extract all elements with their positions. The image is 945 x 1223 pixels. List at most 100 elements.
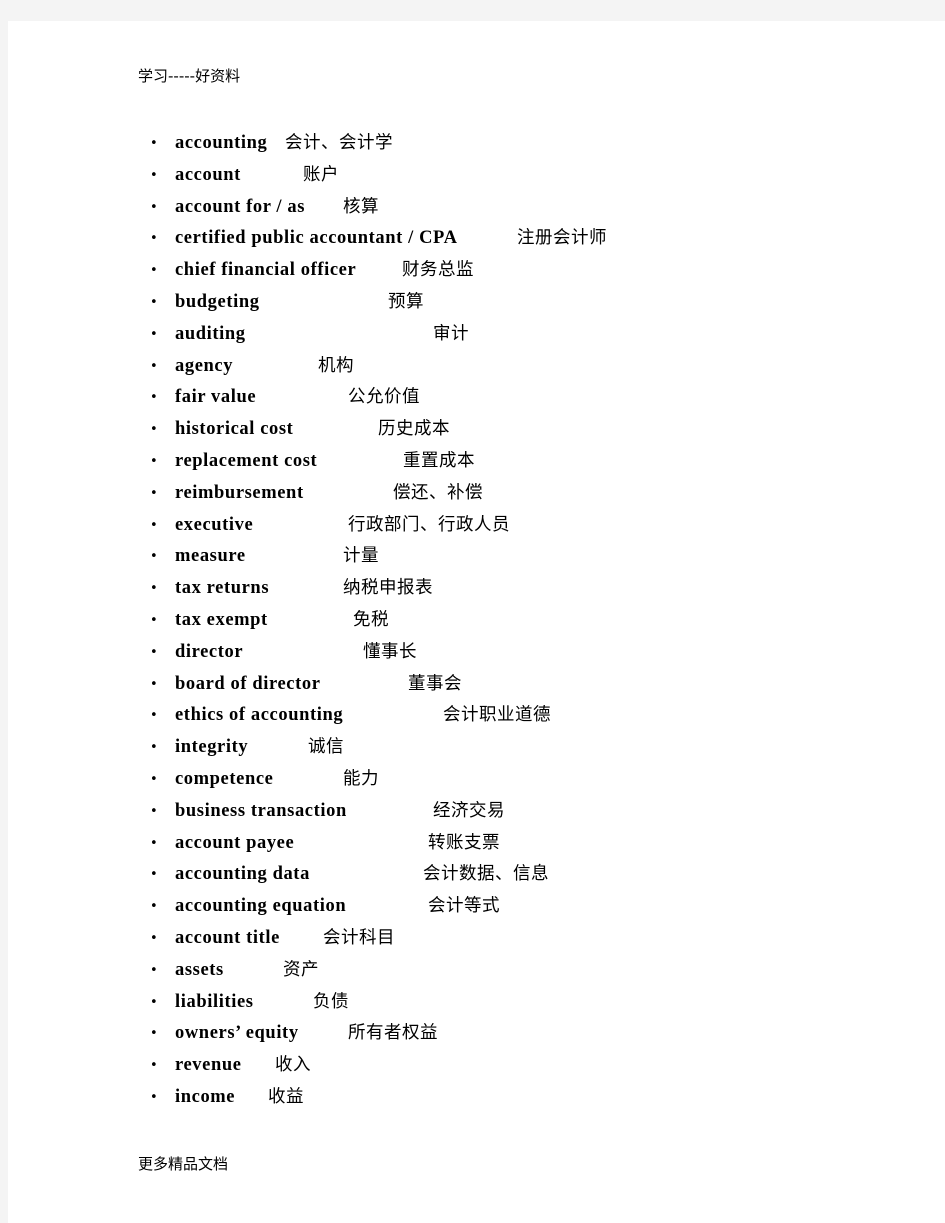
term-english: executive bbox=[175, 514, 254, 535]
bullet-icon: • bbox=[150, 326, 158, 342]
glossary-entry: • certified public accountant / CPA 注册会计师 bbox=[150, 223, 910, 255]
term-english: measure bbox=[175, 546, 246, 567]
bullet-icon: • bbox=[150, 1026, 158, 1042]
bullet-icon: • bbox=[150, 485, 158, 501]
term-chinese: 偿还、补偿 bbox=[393, 482, 483, 503]
term-chinese: 诚信 bbox=[308, 737, 344, 758]
bullet-icon: • bbox=[150, 962, 158, 978]
term-chinese: 机构 bbox=[318, 355, 354, 376]
glossary-entry: • integrity 诚信 bbox=[150, 732, 910, 764]
term-chinese: 董事会 bbox=[408, 673, 462, 694]
term-chinese: 账户 bbox=[303, 164, 339, 185]
bullet-icon: • bbox=[150, 390, 158, 406]
term-english: tax returns bbox=[175, 578, 270, 599]
glossary-entry: • account title 会计科目 bbox=[150, 923, 910, 955]
bullet-icon: • bbox=[150, 1058, 158, 1074]
term-chinese: 审计 bbox=[433, 323, 469, 344]
bullet-icon: • bbox=[150, 136, 158, 151]
term-chinese: 财务总监 bbox=[402, 260, 474, 281]
bullet-icon: • bbox=[150, 453, 158, 469]
glossary-entry: • ethics of accounting 会计职业道德 bbox=[150, 700, 910, 732]
term-english: accounting equation bbox=[175, 896, 347, 917]
running-header: 学习-----好资料 bbox=[138, 67, 241, 85]
glossary-entry: • director 懂事长 bbox=[150, 637, 910, 669]
running-footer: 更多精品文档 bbox=[138, 1155, 229, 1173]
term-english: liabilities bbox=[175, 991, 254, 1012]
term-chinese: 经济交易 bbox=[433, 800, 505, 821]
term-english: accounting data bbox=[175, 864, 310, 885]
term-english: income bbox=[175, 1086, 236, 1107]
bullet-icon: • bbox=[150, 994, 158, 1010]
glossary-entry: • account for / as 核算 bbox=[150, 192, 910, 224]
glossary-entry: • account payee 转账支票 bbox=[150, 828, 910, 860]
glossary-entry: • agency 机构 bbox=[150, 351, 910, 383]
bullet-icon: • bbox=[150, 231, 158, 247]
glossary-entry: • accounting equation 会计等式 bbox=[150, 891, 910, 923]
term-english: accounting bbox=[175, 133, 268, 153]
glossary-entry: • auditing 审计 bbox=[150, 319, 910, 351]
term-english: competence bbox=[175, 768, 274, 789]
glossary-entry: • tax exempt 免税 bbox=[150, 605, 910, 637]
glossary-entry: • accounting 会计、会计学 bbox=[150, 128, 910, 160]
term-english: account for / as bbox=[175, 196, 306, 217]
bullet-icon: • bbox=[150, 835, 158, 851]
glossary-entry: • reimbursement 偿还、补偿 bbox=[150, 478, 910, 510]
bullet-icon: • bbox=[150, 867, 158, 883]
term-english: tax exempt bbox=[175, 609, 268, 630]
term-english: board of director bbox=[175, 673, 321, 694]
glossary-entry: • accounting data 会计数据、信息 bbox=[150, 859, 910, 891]
term-english: certified public accountant / CPA bbox=[175, 228, 458, 249]
glossary-entry: • liabilities 负债 bbox=[150, 987, 910, 1019]
glossary-entry: • business transaction 经济交易 bbox=[150, 796, 910, 828]
term-chinese: 会计、会计学 bbox=[285, 133, 393, 153]
bullet-icon: • bbox=[150, 740, 158, 756]
term-english: owners’ equity bbox=[175, 1023, 299, 1044]
bullet-icon: • bbox=[150, 930, 158, 946]
bullet-icon: • bbox=[150, 644, 158, 660]
bullet-icon: • bbox=[150, 549, 158, 565]
term-chinese: 会计数据、信息 bbox=[423, 864, 549, 885]
bullet-icon: • bbox=[150, 358, 158, 374]
bullet-icon: • bbox=[150, 612, 158, 628]
bullet-icon: • bbox=[150, 708, 158, 724]
document-page: 学习-----好资料 • accounting 会计、会计学 • account 账户 • a… bbox=[8, 21, 945, 1223]
glossary-entry: • account 账户 bbox=[150, 160, 910, 192]
term-chinese: 会计科目 bbox=[323, 927, 395, 948]
term-chinese: 重置成本 bbox=[403, 450, 475, 471]
term-chinese: 纳税申报表 bbox=[343, 578, 433, 599]
bullet-icon: • bbox=[150, 422, 158, 438]
term-chinese: 预算 bbox=[388, 291, 424, 312]
term-chinese: 注册会计师 bbox=[517, 228, 607, 249]
term-chinese: 懂事长 bbox=[363, 641, 417, 662]
term-english: revenue bbox=[175, 1055, 242, 1076]
term-chinese: 历史成本 bbox=[378, 419, 450, 440]
bullet-icon: • bbox=[150, 167, 158, 183]
glossary-entry: • tax returns 纳税申报表 bbox=[150, 573, 910, 605]
bullet-icon: • bbox=[150, 294, 158, 310]
term-chinese: 免税 bbox=[353, 609, 389, 630]
term-english: account bbox=[175, 164, 241, 185]
bullet-icon: • bbox=[150, 771, 158, 787]
glossary-entry: • chief financial officer 财务总监 bbox=[150, 255, 910, 287]
term-chinese: 负债 bbox=[313, 991, 349, 1012]
glossary-entry: • competence 能力 bbox=[150, 764, 910, 796]
term-chinese: 收益 bbox=[268, 1086, 304, 1107]
bullet-icon: • bbox=[150, 803, 158, 819]
term-english: account payee bbox=[175, 832, 295, 853]
bullet-icon: • bbox=[150, 899, 158, 915]
term-chinese: 所有者权益 bbox=[348, 1023, 438, 1044]
term-chinese: 能力 bbox=[343, 768, 379, 789]
term-english: business transaction bbox=[175, 800, 347, 821]
term-english: agency bbox=[175, 355, 234, 376]
glossary-entry: • board of director 董事会 bbox=[150, 669, 910, 701]
glossary-entry: • assets 资产 bbox=[150, 955, 910, 987]
term-chinese: 转账支票 bbox=[428, 832, 500, 853]
page-content-area: 学习-----好资料 • accounting 会计、会计学 • account 账户 • a… bbox=[8, 21, 945, 1223]
term-chinese: 行政部门、行政人员 bbox=[348, 514, 510, 535]
glossary-entry: • budgeting 预算 bbox=[150, 287, 910, 319]
bullet-icon: • bbox=[150, 1089, 158, 1105]
glossary-term-list: • accounting 会计、会计学 • account 账户 • account for … bbox=[150, 128, 910, 1114]
term-english: chief financial officer bbox=[175, 260, 357, 281]
term-english: ethics of accounting bbox=[175, 705, 344, 726]
glossary-entry: • replacement cost 重置成本 bbox=[150, 446, 910, 478]
